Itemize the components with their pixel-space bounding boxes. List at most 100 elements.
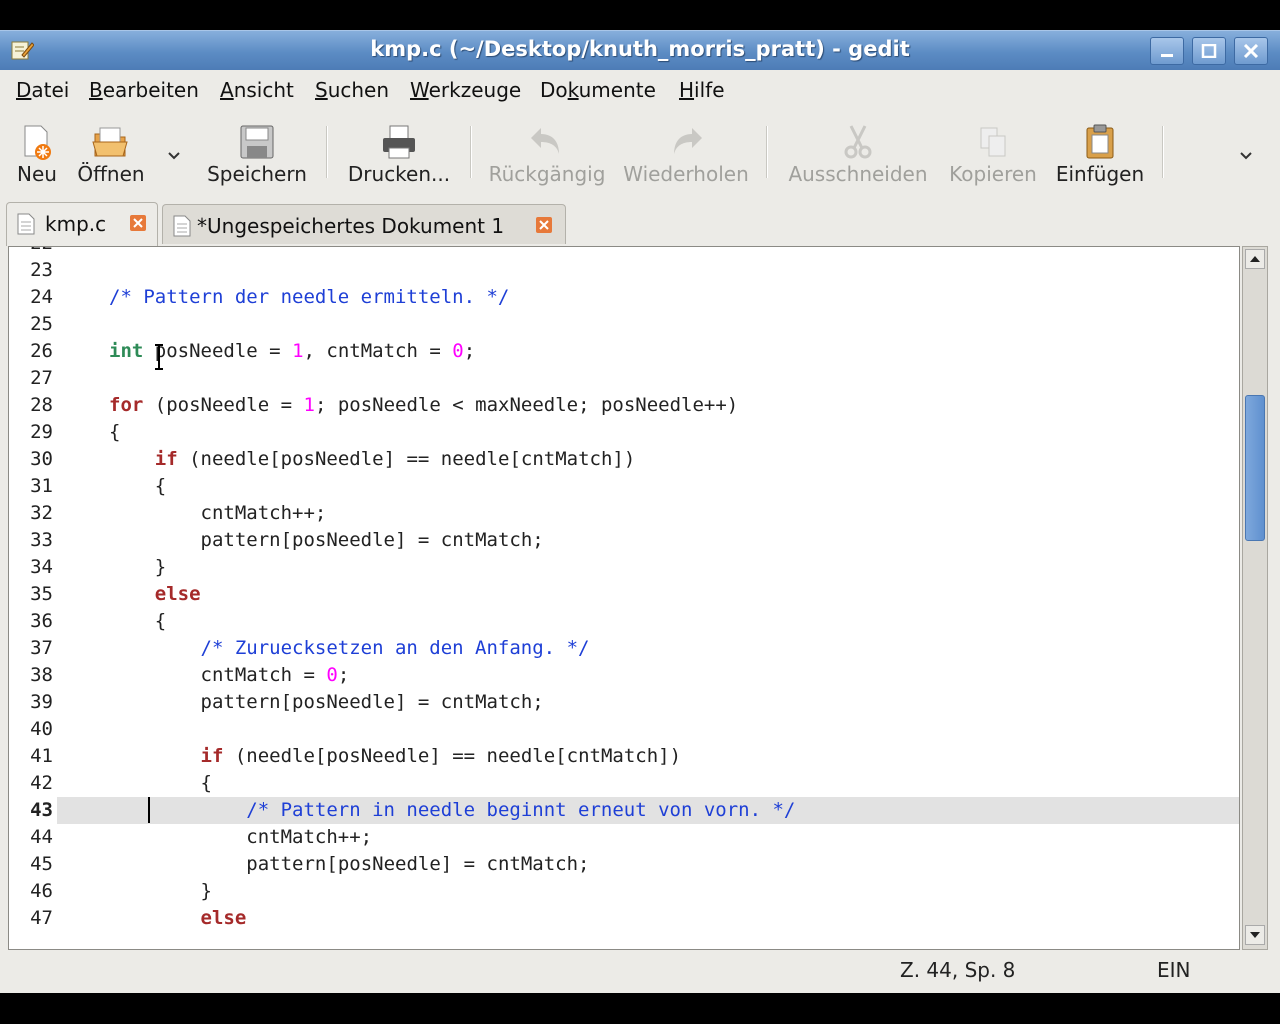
toolbar-separator: [766, 126, 768, 178]
document-tabs: kmp.c *Ungespeichertes Dokument 1: [0, 200, 1280, 246]
line-number: 22: [9, 247, 53, 257]
open-recent-dropdown[interactable]: [166, 142, 182, 166]
redo-label: Wiederholen: [623, 162, 749, 186]
line-number: 28: [30, 394, 53, 416]
insert-mode: EIN: [1157, 958, 1191, 982]
line-number: 29: [30, 421, 53, 443]
code-line[interactable]: cntMatch++;: [109, 824, 372, 851]
clipboard-paste-icon: [1086, 124, 1114, 159]
code-line[interactable]: else: [109, 581, 201, 608]
print-button[interactable]: Drucken...: [345, 122, 453, 186]
menu-bearbeiten[interactable]: Bearbeiten: [89, 78, 199, 102]
line-number: 44: [30, 826, 53, 848]
line-number: 35: [30, 583, 53, 605]
code-line[interactable]: {: [109, 419, 120, 446]
minimize-button[interactable]: [1150, 37, 1184, 65]
arrow-up-icon: [1250, 256, 1260, 262]
code-line[interactable]: pattern[posNeedle] = cntMatch;: [109, 689, 544, 716]
undo-label: Rückgängig: [488, 162, 606, 186]
line-number: 39: [30, 691, 53, 713]
code-line[interactable]: /* Pattern der needle ermitteln. */: [109, 284, 509, 311]
ibeam-cursor-icon: [155, 344, 163, 370]
code-line[interactable]: }: [109, 878, 212, 905]
line-number: 24: [30, 286, 53, 308]
maximize-button[interactable]: [1192, 37, 1226, 65]
close-icon: [539, 220, 549, 230]
scroll-up-button[interactable]: [1245, 249, 1265, 269]
close-window-button[interactable]: [1234, 37, 1268, 65]
tab-unsaved-document[interactable]: *Ungespeichertes Dokument 1: [162, 204, 566, 244]
copy-button[interactable]: Kopieren: [946, 122, 1040, 186]
undo-arrow-icon: [531, 128, 559, 154]
redo-arrow-icon: [674, 128, 702, 154]
tab-close-button[interactable]: [130, 215, 146, 231]
scroll-down-button[interactable]: [1245, 925, 1265, 945]
line-number: 30: [30, 448, 53, 470]
cut-label: Ausschneiden: [788, 162, 928, 186]
save-button[interactable]: Speichern: [205, 122, 309, 186]
undo-button[interactable]: Rückgängig: [487, 122, 607, 186]
save-disk-icon: [240, 125, 274, 159]
line-number: 36: [30, 610, 53, 632]
line-number: 40: [30, 718, 53, 740]
code-line[interactable]: if (needle[posNeedle] == needle[cntMatch…: [109, 446, 636, 473]
menu-suchen[interactable]: Suchen: [315, 78, 389, 102]
scissors-icon: [844, 125, 872, 159]
toolbar-separator: [1162, 126, 1164, 178]
arrow-down-icon: [1250, 932, 1260, 938]
minimize-icon: [1161, 54, 1173, 57]
tab-label: *Ungespeichertes Dokument 1: [197, 214, 505, 238]
code-line[interactable]: }: [109, 554, 166, 581]
line-number: 46: [30, 880, 53, 902]
code-line[interactable]: /* Pattern in needle beginnt erneut von …: [109, 797, 795, 824]
chevron-down-icon: [168, 152, 180, 160]
paste-label: Einfügen: [1055, 162, 1145, 186]
toolbar-separator: [470, 126, 472, 178]
chevron-down-icon: [1240, 152, 1252, 160]
code-line[interactable]: cntMatch++;: [109, 500, 327, 527]
menu-dokumente[interactable]: Dokumente: [540, 78, 656, 102]
tab-close-button[interactable]: [536, 217, 552, 233]
menu-ansicht[interactable]: Ansicht: [220, 78, 294, 102]
code-line[interactable]: {: [109, 770, 212, 797]
line-number: 34: [30, 556, 53, 578]
code-line[interactable]: pattern[posNeedle] = cntMatch;: [109, 527, 544, 554]
printer-icon: [383, 125, 415, 159]
scrollbar-thumb[interactable]: [1245, 395, 1265, 541]
new-button[interactable]: Neu: [10, 122, 64, 186]
line-number: 32: [30, 502, 53, 524]
new-label: Neu: [17, 162, 57, 186]
vertical-scrollbar[interactable]: [1242, 246, 1268, 950]
code-line[interactable]: for (posNeedle = 1; posNeedle < maxNeedl…: [109, 392, 738, 419]
status-bar: Z. 44, Sp. 8 EIN: [0, 952, 1280, 988]
line-number: 42: [30, 772, 53, 794]
redo-button[interactable]: Wiederholen: [622, 122, 750, 186]
toolbar-overflow-button[interactable]: [1238, 142, 1254, 166]
code-line[interactable]: /* Zuruecksetzen an den Anfang. */: [109, 635, 590, 662]
code-line[interactable]: else: [109, 905, 247, 932]
menu-werkzeuge[interactable]: Werkzeuge: [410, 78, 521, 102]
close-icon: [1243, 44, 1259, 58]
open-button[interactable]: Öffnen: [76, 122, 146, 186]
code-line[interactable]: {: [109, 473, 166, 500]
code-line[interactable]: cntMatch = 0;: [109, 662, 350, 689]
window-title: kmp.c (~/Desktop/knuth_morris_pratt) - g…: [370, 37, 910, 61]
code-line[interactable]: {: [109, 608, 166, 635]
line-number: 23: [30, 259, 53, 281]
menu-hilfe[interactable]: Hilfe: [679, 78, 725, 102]
text-file-icon: [173, 215, 191, 237]
code-line[interactable]: pattern[posNeedle] = cntMatch;: [109, 851, 589, 878]
cut-button[interactable]: Ausschneiden: [785, 122, 931, 186]
line-number: 31: [30, 475, 53, 497]
paste-button[interactable]: Einfügen: [1054, 122, 1146, 186]
text-file-icon: [17, 213, 35, 235]
menu-datei[interactable]: Datei: [16, 78, 69, 102]
tab-kmp-c[interactable]: kmp.c: [6, 202, 158, 246]
cursor-position: Z. 44, Sp. 8: [900, 958, 1016, 982]
title-bar: kmp.c (~/Desktop/knuth_morris_pratt) - g…: [0, 30, 1280, 70]
text-editor[interactable]: 22 23 24 25 26 27 28 29 30 31 32 33 34 35 36 37 38 39 40 41…: [8, 246, 1240, 950]
line-number: 45: [30, 853, 53, 875]
text-cursor: [148, 797, 150, 823]
code-line[interactable]: if (needle[posNeedle] == needle[cntMatch…: [109, 743, 682, 770]
line-number: 38: [30, 664, 53, 686]
